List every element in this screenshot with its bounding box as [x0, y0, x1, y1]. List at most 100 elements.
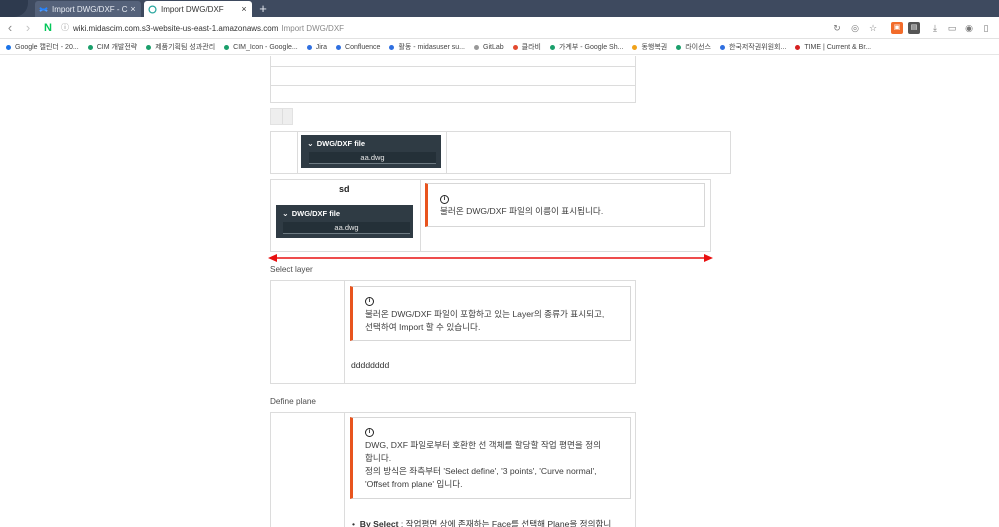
table-row-divider	[270, 85, 636, 86]
chevron-down-icon: ⌄	[282, 209, 289, 218]
star-icon[interactable]: ☆	[867, 22, 879, 34]
confluence-icon	[39, 6, 48, 12]
panel-header[interactable]: ⌄ DWG/DXF file	[307, 139, 365, 148]
tab-title: Import DWG/DXF	[161, 4, 224, 14]
bookmark-dot-icon	[676, 44, 682, 50]
address-bar[interactable]: ⓘ wiki.midascim.com.s3-website-us-east-1…	[60, 20, 880, 36]
bullet-item: • By Select : 작업평면 상에 존재하는 Face를 선택해 Pla…	[352, 518, 611, 527]
url-host: wiki.midascim.com.s3-website-us-east-1.a…	[73, 23, 279, 33]
section-label-select-layer: Select layer	[270, 265, 313, 274]
bookmark-item[interactable]: GitLab	[474, 44, 504, 51]
url-page-title: Import DWG/DXF	[281, 23, 345, 33]
bookmark-dot-icon	[549, 44, 555, 50]
button-group[interactable]	[270, 108, 293, 125]
bookmark-dot-icon	[512, 44, 518, 50]
bookmark-item[interactable]: TIME | Current & Br...	[795, 44, 871, 51]
bullet-dot-icon: •	[352, 519, 360, 527]
section-label-define-plane: Define plane	[270, 397, 316, 406]
info-icon: i	[365, 297, 374, 306]
table-border	[297, 131, 298, 174]
note-text: DWG, DXF 파일로부터 호환한 선 객체를 할당할 작업 평면을 정의	[365, 440, 602, 450]
close-icon[interactable]: ×	[128, 4, 138, 14]
bookmark-item[interactable]: 라이선스	[676, 42, 711, 52]
tab-inactive[interactable]: Import DWG/DXF - CIM P ×	[35, 1, 141, 17]
naver-home-icon[interactable]: N	[44, 22, 56, 34]
shield-icon[interactable]: ◎	[849, 22, 861, 34]
bookmark-item[interactable]: CIM 개발전략	[87, 42, 137, 52]
loading-icon	[148, 4, 157, 14]
download-icon[interactable]: ⤓	[929, 22, 941, 34]
bookmark-item[interactable]: 활동 - midasuser su...	[389, 42, 465, 52]
extension-dark-icon[interactable]: ▤	[908, 22, 920, 34]
refresh-icon[interactable]: ↻	[831, 22, 843, 34]
note-text: 불러온 DWG/DXF 파일의 이름이 표시됩니다.	[440, 206, 604, 216]
table-border	[635, 412, 636, 527]
capture-icon[interactable]: ▭	[946, 22, 958, 34]
bookmark-dot-icon	[306, 44, 312, 50]
tab-title: Import DWG/DXF - CIM P	[52, 4, 128, 14]
bookmark-dot-icon	[389, 44, 395, 50]
tab-strip: Import DWG/DXF - CIM P × Import DWG/DXF …	[0, 0, 999, 17]
dwg-file-panel: ⌄ DWG/DXF file aa.dwg	[276, 205, 413, 238]
info-note: i DWG, DXF 파일로부터 호환한 선 객체를 할당할 작업 평면을 정의…	[350, 417, 631, 499]
new-tab-button[interactable]: +	[256, 1, 270, 17]
info-note: i 불러온 DWG/DXF 파일이 포함하고 있는 Layer의 종류가 표시되…	[350, 286, 631, 341]
tab-active[interactable]: Import DWG/DXF ×	[144, 1, 252, 17]
bookmark-item[interactable]: Google 캘린더 - 20...	[6, 42, 79, 52]
note-text: 합니다.	[365, 453, 392, 463]
width-arrow-annotation	[268, 254, 713, 262]
note-text: 선택하여 Import 할 수 있습니다.	[365, 322, 481, 332]
table-border	[344, 280, 345, 384]
back-button[interactable]: ‹	[2, 20, 18, 36]
info-note: i 불러온 DWG/DXF 파일의 이름이 표시됩니다.	[425, 183, 705, 227]
bookmark-item[interactable]: 클라비	[512, 42, 541, 52]
bookmark-item[interactable]: CIM_Icon - Google...	[224, 44, 298, 51]
bookmark-dot-icon	[795, 44, 801, 50]
sidebar-icon[interactable]: ▯	[980, 22, 992, 34]
sd-heading: sd	[339, 184, 350, 194]
profile-avatar[interactable]	[0, 0, 28, 17]
bookmark-item[interactable]: Jira	[306, 44, 327, 51]
extension-orange-icon[interactable]: ▣	[891, 22, 903, 34]
table-border	[270, 56, 271, 103]
bookmark-item[interactable]: 동행복권	[632, 42, 667, 52]
info-icon: i	[440, 195, 449, 204]
select-layer-text: dddddddd	[351, 360, 390, 370]
table-border	[446, 131, 447, 174]
table-border	[270, 412, 271, 527]
info-icon: i	[365, 428, 374, 437]
bookmark-item[interactable]: 한국저작권위원회...	[719, 42, 786, 52]
bookmark-dot-icon	[474, 44, 480, 50]
bookmark-dot-icon	[336, 44, 342, 50]
close-icon[interactable]: ×	[239, 4, 249, 14]
bookmark-dot-icon	[87, 44, 93, 50]
dwg-file-panel: ⌄ DWG/DXF file aa.dwg	[301, 135, 441, 168]
table-row-divider	[270, 66, 636, 67]
bookmark-dot-icon	[632, 44, 638, 50]
note-text: 불러온 DWG/DXF 파일이 포함하고 있는 Layer의 종류가 표시되고,	[365, 309, 605, 319]
table-border	[270, 412, 636, 413]
table-border	[344, 412, 345, 527]
info-icon[interactable]: ⓘ	[60, 23, 70, 33]
bookmark-item[interactable]: 제품기획팀 성과관리	[146, 42, 215, 52]
button-divider	[282, 109, 283, 124]
table-border	[420, 179, 421, 252]
dwg-file-field[interactable]: aa.dwg	[309, 152, 436, 164]
page-content: ⌄ DWG/DXF file aa.dwg sd ⌄ DWG/DXF file …	[0, 56, 999, 527]
bookmark-item[interactable]: 가계부 - Google Sh...	[549, 42, 623, 52]
note-text: 'Offset from plane' 입니다.	[365, 479, 463, 489]
chevron-down-icon: ⌄	[307, 139, 314, 148]
bullet-text: : 작업평면 상에 존재하는 Face를 선택해 Plane을 정의합니	[398, 519, 612, 527]
camera-icon[interactable]: ◉	[963, 22, 975, 34]
bookmark-dot-icon	[146, 44, 152, 50]
bookmark-item[interactable]: Confluence	[336, 44, 380, 51]
browser-toolbar: ‹ › N ⓘ wiki.midascim.com.s3-website-us-…	[0, 17, 999, 39]
table-border	[635, 56, 636, 103]
bookmarks-bar: Google 캘린더 - 20... CIM 개발전략 제품기획팀 성과관리 C…	[0, 40, 999, 55]
bookmark-dot-icon	[6, 44, 11, 50]
bullet-bold: By Select	[359, 519, 399, 527]
panel-header[interactable]: ⌄ DWG/DXF file	[282, 209, 340, 218]
dwg-file-field[interactable]: aa.dwg	[283, 222, 410, 234]
forward-button[interactable]: ›	[20, 20, 36, 36]
bookmark-dot-icon	[719, 44, 725, 50]
